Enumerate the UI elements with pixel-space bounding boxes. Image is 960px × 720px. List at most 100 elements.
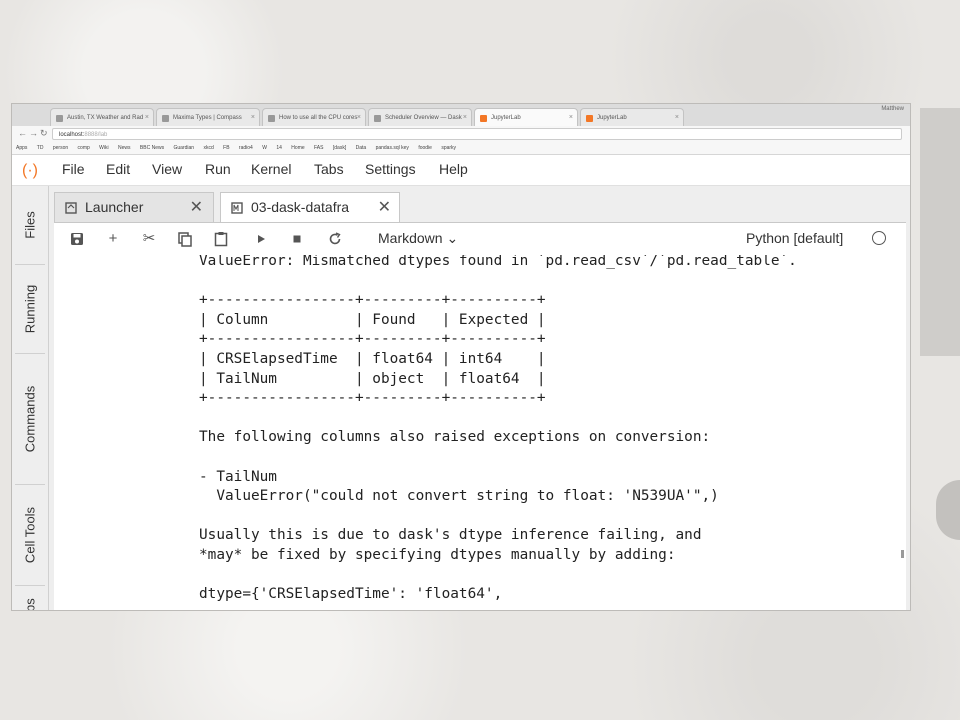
launcher-icon bbox=[65, 202, 77, 214]
tab-label: Launcher bbox=[85, 199, 144, 215]
notebook-toolbar: + ✂ Markdown ⌄ Python [default] bbox=[54, 222, 906, 256]
kernel-idle-icon bbox=[872, 231, 886, 245]
menu-tabs[interactable]: Tabs bbox=[314, 161, 344, 177]
browser-tab-label: Maxima Types | Compass bbox=[173, 115, 242, 121]
close-icon[interactable]: ✕ bbox=[190, 197, 203, 217]
bookmark[interactable]: xkcd bbox=[203, 145, 213, 151]
bookmark[interactable]: FB bbox=[223, 145, 229, 151]
close-icon[interactable]: × bbox=[251, 109, 255, 126]
browser-tab-strip: Austin, TX Weather and Rad × Maxima Type… bbox=[12, 104, 910, 127]
menu-help[interactable]: Help bbox=[439, 161, 468, 177]
bookmark[interactable]: person bbox=[53, 145, 68, 151]
restart-icon[interactable] bbox=[326, 230, 344, 248]
tab-notebook[interactable]: 03-dask-datafra ✕ bbox=[220, 192, 400, 222]
jupyter-favicon-icon bbox=[480, 115, 487, 122]
favicon-icon bbox=[162, 115, 169, 122]
close-icon[interactable]: × bbox=[357, 109, 361, 126]
notebook-panel[interactable]: ValueError: Mismatched dtypes found in `… bbox=[54, 255, 906, 610]
cut-icon[interactable]: ✂ bbox=[140, 230, 158, 248]
add-cell-icon[interactable]: + bbox=[104, 230, 122, 248]
back-arrow-icon[interactable]: ← bbox=[18, 128, 27, 138]
sidebar-tab-tabs[interactable]: Tabs bbox=[15, 586, 45, 610]
bookmark[interactable]: TD bbox=[37, 145, 44, 151]
sidebar-tab-label: Running bbox=[22, 284, 38, 334]
scrollbar-thumb[interactable] bbox=[901, 550, 904, 558]
jupyter-favicon-icon bbox=[586, 115, 593, 122]
close-icon[interactable]: ✕ bbox=[378, 197, 391, 217]
bookmark[interactable]: comp bbox=[78, 145, 90, 151]
browser-tab[interactable]: JupyterLab × bbox=[580, 108, 684, 126]
address-bar[interactable]: localhost:8888/lab bbox=[52, 128, 902, 140]
notebook-icon bbox=[231, 202, 243, 214]
sidebar-tab-running[interactable]: Running bbox=[15, 265, 45, 354]
bookmark[interactable]: BBC News bbox=[140, 145, 164, 151]
browser-tab-label: Austin, TX Weather and Rad bbox=[67, 115, 144, 121]
bookmark[interactable]: pandas.sql key bbox=[376, 145, 409, 151]
bookmark[interactable]: FAS bbox=[314, 145, 323, 151]
close-icon[interactable]: × bbox=[145, 109, 149, 126]
url-host: localhost: bbox=[59, 132, 85, 138]
bookmark[interactable]: sparky bbox=[441, 145, 456, 151]
forward-arrow-icon[interactable]: → bbox=[29, 128, 38, 138]
bookmark[interactable]: Wiki bbox=[99, 145, 108, 151]
browser-tab[interactable]: Scheduler Overview — Dask × bbox=[368, 108, 472, 126]
close-icon[interactable]: × bbox=[569, 109, 573, 126]
save-icon[interactable] bbox=[68, 230, 86, 248]
bookmark[interactable]: [dask] bbox=[333, 145, 346, 151]
browser-tab[interactable]: How to use all the CPU cores × bbox=[262, 108, 366, 126]
address-bar-row: ← → ↻ localhost:8888/lab bbox=[12, 126, 910, 142]
main-dock-panel: Launcher ✕ 03-dask-datafra ✕ + ✂ Markdow… bbox=[49, 186, 910, 610]
bookmark[interactable]: Home bbox=[291, 145, 304, 151]
stop-icon[interactable] bbox=[288, 230, 306, 248]
url-path: 8888/lab bbox=[84, 132, 108, 138]
browser-tab-label: How to use all the CPU cores bbox=[279, 115, 358, 121]
sidebar-tab-commands[interactable]: Commands bbox=[15, 354, 45, 485]
browser-window: Austin, TX Weather and Rad × Maxima Type… bbox=[12, 104, 910, 610]
bookmark[interactable]: W bbox=[262, 145, 267, 151]
browser-tab-label: Scheduler Overview — Dask bbox=[385, 115, 462, 121]
bookmark[interactable]: Guardian bbox=[174, 145, 195, 151]
menu-file[interactable]: File bbox=[62, 161, 85, 177]
menu-bar: (·) File Edit View Run Kernel Tabs Setti… bbox=[12, 155, 910, 186]
copy-icon[interactable] bbox=[176, 230, 194, 248]
sidebar-tab-cell-tools[interactable]: Cell Tools bbox=[15, 485, 45, 586]
tab-launcher[interactable]: Launcher ✕ bbox=[54, 192, 214, 222]
bookmark[interactable]: Data bbox=[356, 145, 367, 151]
menu-run[interactable]: Run bbox=[205, 161, 231, 177]
close-icon[interactable]: × bbox=[675, 109, 679, 126]
browser-user[interactable]: Matthew bbox=[881, 106, 904, 112]
menu-view[interactable]: View bbox=[152, 161, 182, 177]
chevron-down-icon: ⌄ bbox=[446, 230, 459, 246]
sidebar-tab-label: Tabs bbox=[23, 598, 38, 610]
browser-tab[interactable]: Maxima Types | Compass × bbox=[156, 108, 260, 126]
sidebar-tab-label: Cell Tools bbox=[22, 506, 38, 564]
bookmark[interactable]: News bbox=[118, 145, 131, 151]
paste-icon[interactable] bbox=[212, 230, 230, 248]
menu-settings[interactable]: Settings bbox=[365, 161, 416, 177]
cell-type-dropdown[interactable]: Markdown ⌄ bbox=[378, 230, 458, 247]
browser-tab-label: JupyterLab bbox=[491, 115, 521, 121]
sidebar-tab-label: Commands bbox=[22, 385, 38, 453]
bookmark[interactable]: 14 bbox=[276, 145, 282, 151]
kernel-name[interactable]: Python [default] bbox=[746, 230, 843, 246]
menu-edit[interactable]: Edit bbox=[106, 161, 130, 177]
bookmarks-bar: Apps TD person comp Wiki News BBC News G… bbox=[12, 142, 910, 155]
close-icon[interactable]: × bbox=[463, 109, 467, 126]
browser-tab-label: JupyterLab bbox=[597, 115, 627, 121]
browser-tab[interactable]: Austin, TX Weather and Rad × bbox=[50, 108, 154, 126]
sidebar-tab-label: Files bbox=[22, 211, 38, 239]
left-sidebar: Files Running Commands Cell Tools Tabs bbox=[12, 186, 49, 610]
browser-tab-active[interactable]: JupyterLab × bbox=[474, 108, 578, 126]
cell-output-text: ValueError: Mismatched dtypes found in `… bbox=[199, 255, 797, 603]
run-icon[interactable] bbox=[252, 230, 270, 248]
sidebar-tab-files[interactable]: Files bbox=[15, 186, 45, 265]
favicon-icon bbox=[268, 115, 275, 122]
cell-type-value: Markdown bbox=[378, 230, 443, 246]
bookmark[interactable]: Apps bbox=[16, 145, 27, 151]
bookmark[interactable]: radio4 bbox=[239, 145, 253, 151]
jupyter-logo-icon: (·) bbox=[22, 162, 38, 179]
menu-kernel[interactable]: Kernel bbox=[251, 161, 291, 177]
reload-icon[interactable]: ↻ bbox=[40, 128, 48, 139]
bookmark[interactable]: foodie bbox=[418, 145, 432, 151]
background-panel bbox=[920, 108, 960, 356]
